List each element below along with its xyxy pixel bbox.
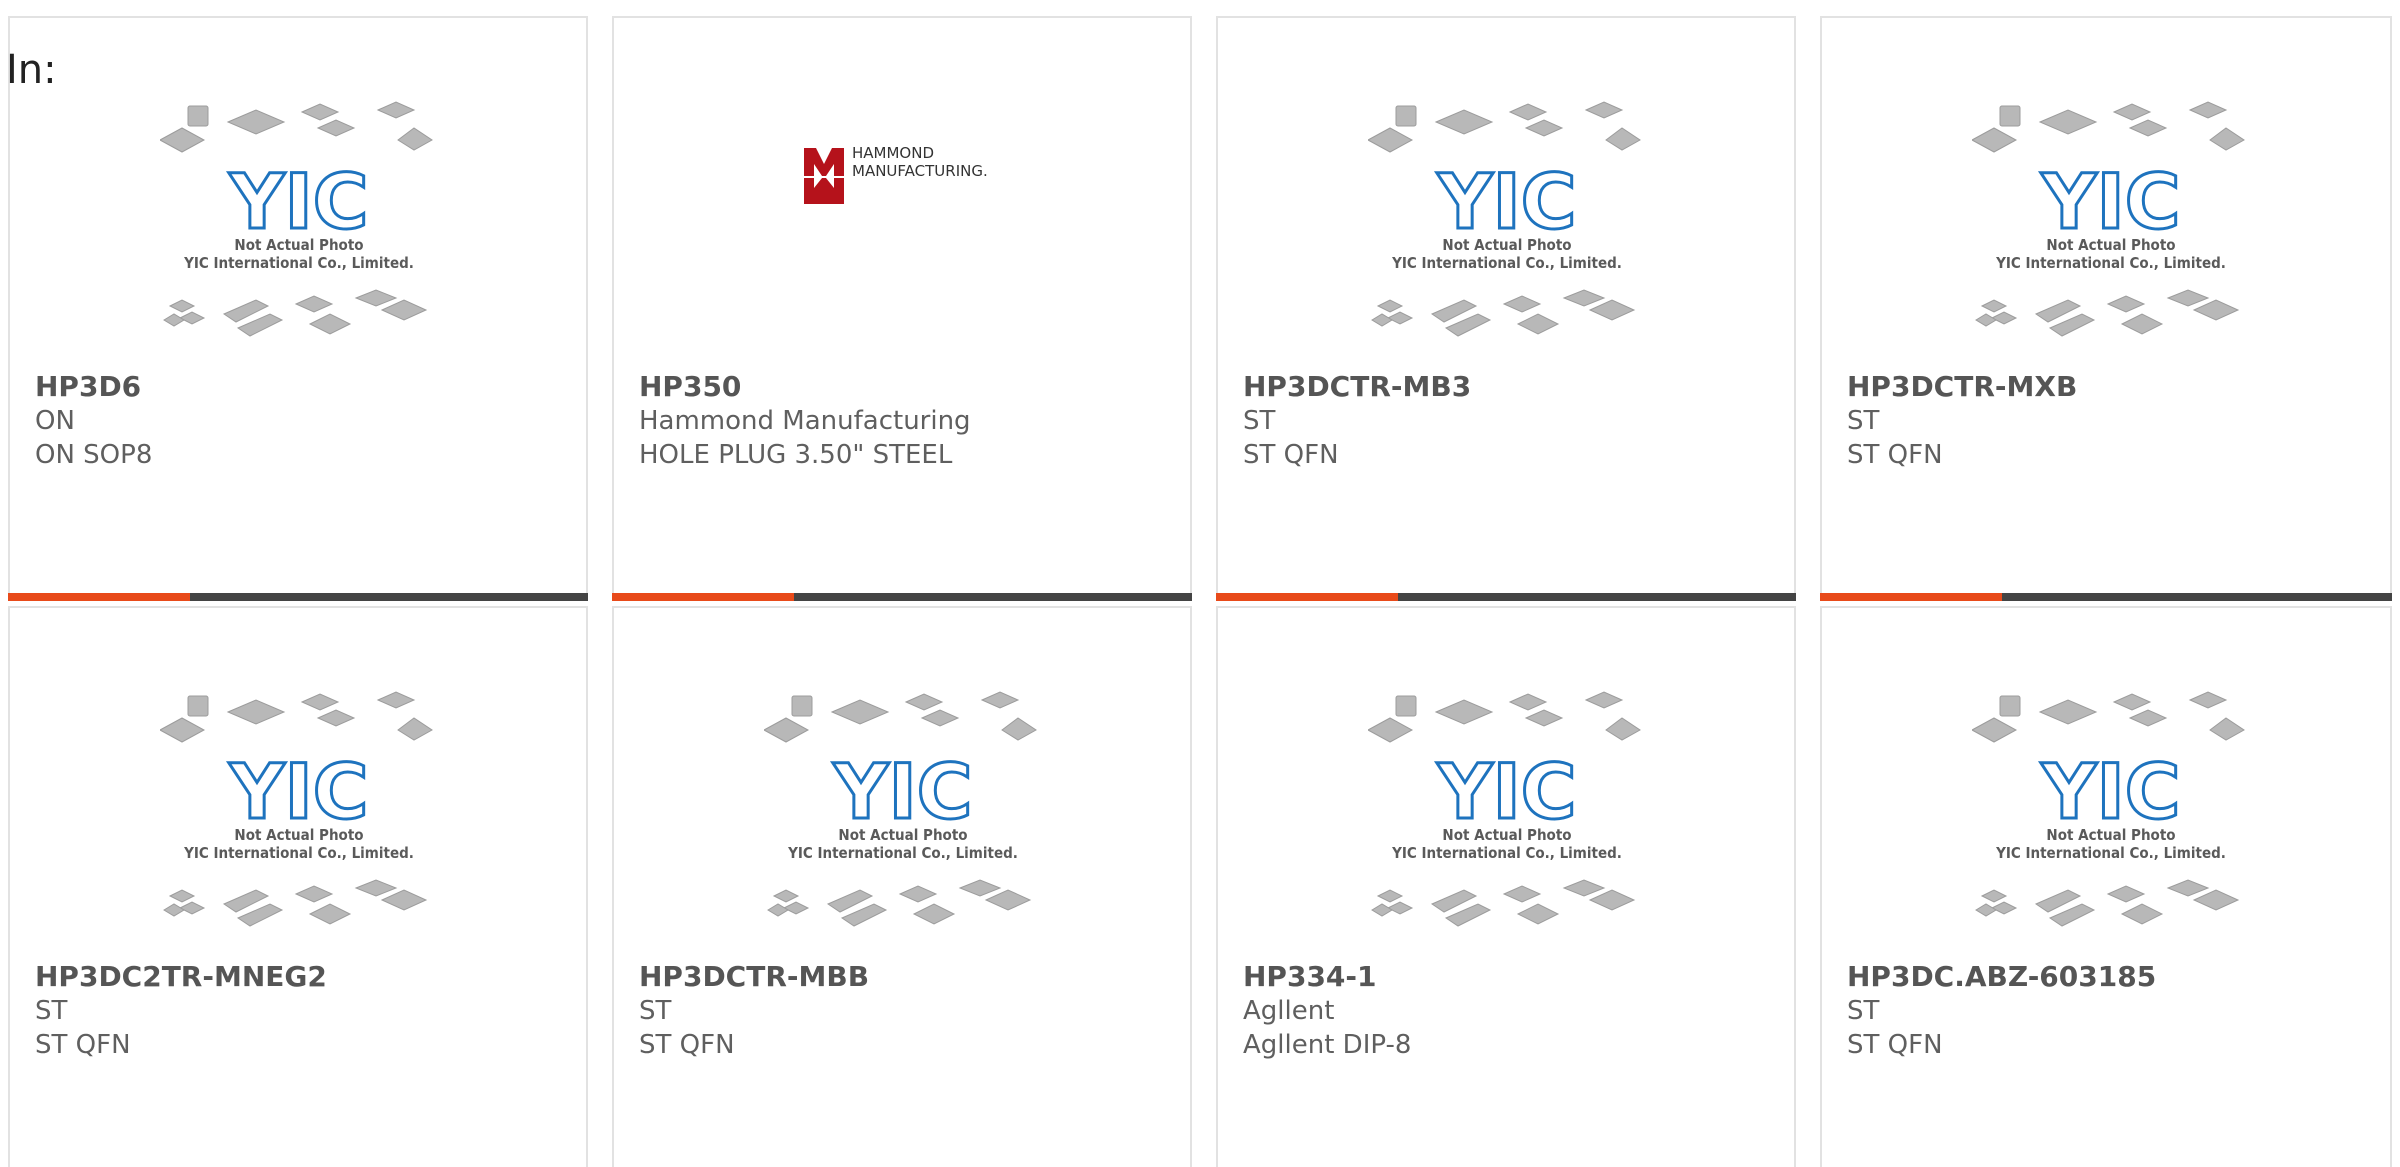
card-bottom-bar	[1820, 593, 2392, 601]
yic-logo: YIC	[2039, 156, 2182, 248]
yic-logo: YIC	[1435, 156, 1578, 248]
product-part-number[interactable]: HP3DCTR-MB3	[1243, 370, 1774, 404]
product-image[interactable]: YIC Not Actual Photo YIC International C…	[158, 690, 438, 960]
product-image[interactable]: YIC Not Actual Photo YIC International C…	[1970, 690, 2250, 960]
card-bottom-bar	[8, 593, 588, 601]
not-actual-photo-caption: Not Actual Photo	[1442, 236, 1571, 254]
card-bottom-bar	[1216, 593, 1796, 601]
yic-placeholder-image: YIC Not Actual Photo YIC International C…	[158, 691, 433, 927]
yic-placeholder-image: YIC Not Actual Photo YIC International C…	[1970, 691, 2245, 927]
hammond-logo-mark	[804, 148, 844, 204]
product-description: ST QFN	[35, 1030, 131, 1060]
yic-placeholder-image: YIC Not Actual Photo YIC International C…	[158, 101, 433, 337]
not-actual-photo-caption: Not Actual Photo	[2046, 826, 2175, 844]
card-bottom-bar	[612, 593, 1192, 601]
product-brand: ON	[35, 406, 75, 436]
product-brand: ST	[35, 996, 68, 1026]
product-image[interactable]: YIC Not Actual Photo YIC International C…	[1366, 690, 1646, 960]
svg-text:YIC: YIC	[2040, 747, 2180, 836]
product-card[interactable]: HAMMOND MANUFACTURING. HP350 Hammond Manu…	[612, 16, 1192, 601]
product-info: HP3DC.ABZ-603185 ST ST QFN	[1847, 960, 2370, 1062]
product-info: HP3DCTR-MXB ST ST QFN	[1847, 370, 2370, 472]
yic-company-caption: YIC International Co., Limited.	[1391, 844, 1622, 862]
product-part-number[interactable]: HP3DC.ABZ-603185	[1847, 960, 2370, 994]
product-brand: ST	[639, 996, 672, 1026]
product-info: HP350 Hammond Manufacturing HOLE PLUG 3.50…	[639, 370, 1170, 472]
hammond-logo-line2: MANUFACTURING.	[852, 162, 988, 180]
svg-text:YIC: YIC	[228, 747, 368, 836]
yic-company-caption: YIC International Co., Limited.	[787, 844, 1018, 862]
product-description: ST QFN	[1847, 440, 1943, 470]
product-image[interactable]: YIC Not Actual Photo YIC International C…	[1366, 100, 1646, 370]
product-info: HP3DCTR-MB3 ST ST QFN	[1243, 370, 1774, 472]
yic-logo: YIC	[831, 746, 974, 838]
product-image[interactable]: YIC Not Actual Photo YIC International C…	[1970, 100, 2250, 370]
product-info: HP3DCTR-MBB ST ST QFN	[639, 960, 1170, 1062]
yic-placeholder-image: YIC Not Actual Photo YIC International C…	[1366, 691, 1641, 927]
svg-text:YIC: YIC	[228, 157, 368, 246]
product-part-number[interactable]: HP3DC2TR-MNEG2	[35, 960, 566, 994]
product-brand: ST	[1847, 406, 1880, 436]
in-label: In:	[6, 47, 57, 93]
yic-logo: YIC	[1435, 746, 1578, 838]
product-info: HP3DC2TR-MNEG2 ST ST QFN	[35, 960, 566, 1062]
product-description: ST QFN	[1243, 440, 1339, 470]
svg-text:YIC: YIC	[1436, 157, 1576, 246]
svg-text:YIC: YIC	[832, 747, 972, 836]
product-description: HOLE PLUG 3.50" STEEL	[639, 440, 953, 470]
yic-placeholder-image: YIC Not Actual Photo YIC International C…	[1970, 101, 2245, 337]
product-card[interactable]: YIC Not Actual Photo YIC International C…	[1216, 606, 1796, 1167]
product-brand: ST	[1243, 406, 1276, 436]
product-part-number[interactable]: HP3D6	[35, 370, 566, 404]
product-card[interactable]: YIC Not Actual Photo YIC International C…	[1216, 16, 1796, 601]
product-card[interactable]: YIC Not Actual Photo YIC International C…	[1820, 606, 2392, 1167]
product-brand: Hammond Manufacturing	[639, 406, 971, 436]
hammond-logo-line1: HAMMOND	[852, 144, 934, 162]
product-description: ST QFN	[639, 1030, 735, 1060]
yic-logo: YIC	[2039, 746, 2182, 838]
svg-text:YIC: YIC	[2040, 157, 2180, 246]
yic-company-caption: YIC International Co., Limited.	[1995, 844, 2226, 862]
yic-company-caption: YIC International Co., Limited.	[183, 254, 414, 272]
yic-logo: YIC	[227, 156, 370, 248]
product-info: HP3D6 ON ON SOP8	[35, 370, 566, 472]
yic-placeholder-image: YIC Not Actual Photo YIC International C…	[1366, 101, 1641, 337]
not-actual-photo-caption: Not Actual Photo	[2046, 236, 2175, 254]
product-card[interactable]: YIC Not Actual Photo YIC International C…	[612, 606, 1192, 1167]
card-accent-bar	[1216, 593, 1398, 601]
product-part-number[interactable]: HP3DCTR-MBB	[639, 960, 1170, 994]
product-part-number[interactable]: HP334-1	[1243, 960, 1774, 994]
card-accent-bar	[612, 593, 794, 601]
product-card[interactable]: YIC Not Actual Photo YIC International C…	[8, 606, 588, 1167]
yic-placeholder-image: YIC Not Actual Photo YIC International C…	[762, 691, 1037, 927]
yic-logo: YIC	[227, 746, 370, 838]
not-actual-photo-caption: Not Actual Photo	[234, 236, 363, 254]
product-brand: Agllent	[1243, 996, 1335, 1026]
product-card[interactable]: YIC Not Actual Photo YIC International C…	[1820, 16, 2392, 601]
product-card[interactable]: YIC Not Actual Photo YIC International C…	[8, 16, 588, 601]
yic-company-caption: YIC International Co., Limited.	[183, 844, 414, 862]
product-description: Agllent DIP-8	[1243, 1030, 1412, 1060]
not-actual-photo-caption: Not Actual Photo	[234, 826, 363, 844]
not-actual-photo-caption: Not Actual Photo	[838, 826, 967, 844]
product-description: ON SOP8	[35, 440, 153, 470]
product-image[interactable]: YIC Not Actual Photo YIC International C…	[762, 690, 1042, 960]
card-accent-bar	[1820, 593, 2002, 601]
product-part-number[interactable]: HP350	[639, 370, 1170, 404]
product-info: HP334-1 Agllent Agllent DIP-8	[1243, 960, 1774, 1062]
svg-text:YIC: YIC	[1436, 747, 1576, 836]
not-actual-photo-caption: Not Actual Photo	[1442, 826, 1571, 844]
card-accent-bar	[8, 593, 190, 601]
yic-company-caption: YIC International Co., Limited.	[1995, 254, 2226, 272]
hammond-logo-image: HAMMOND MANUFACTURING.	[804, 144, 988, 204]
product-image[interactable]: HAMMOND MANUFACTURING.	[794, 118, 1072, 388]
yic-company-caption: YIC International Co., Limited.	[1391, 254, 1622, 272]
product-brand: ST	[1847, 996, 1880, 1026]
product-part-number[interactable]: HP3DCTR-MXB	[1847, 370, 2370, 404]
product-grid-page: In: YIC Not Actual Photo YIC Internation…	[0, 0, 2400, 1167]
product-image[interactable]: YIC Not Actual Photo YIC International C…	[158, 100, 438, 370]
product-description: ST QFN	[1847, 1030, 1943, 1060]
